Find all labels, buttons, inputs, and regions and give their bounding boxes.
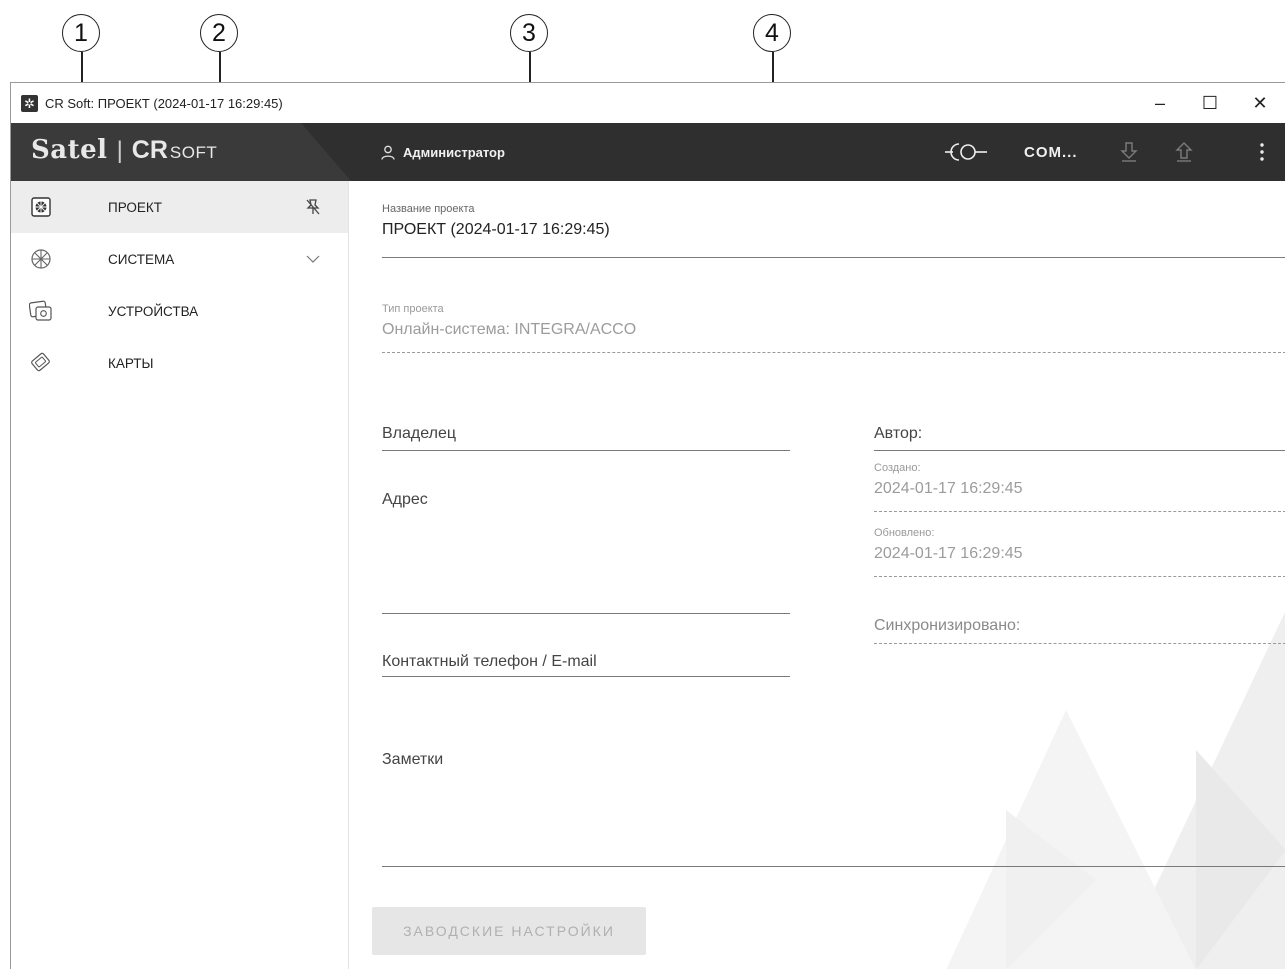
sidebar-item-label: ПРОЕКТ [108, 199, 163, 215]
cards-icon [29, 351, 53, 375]
logo-brand: Satel [31, 135, 108, 165]
sidebar-item-cards[interactable]: КАРТЫ [11, 337, 348, 389]
upload-icon[interactable] [1166, 123, 1202, 181]
project-name-field[interactable]: Название проекта ПРОЕКТ (2024-01-17 16:2… [382, 203, 610, 239]
project-type-label: Тип проекта [382, 303, 444, 315]
logo-soft: SOFT [169, 143, 218, 162]
created-underline [874, 511, 1285, 512]
maximize-button[interactable]: ☐ [1185, 83, 1235, 123]
window-titlebar[interactable]: ✲ CR Soft: ПРОЕКТ (2024-01-17 16:29:45) … [11, 83, 1285, 123]
factory-reset-button[interactable]: ЗАВОДСКИЕ НАСТРОЙКИ [372, 907, 646, 955]
callout-3: 3 [510, 14, 548, 52]
app-logo: Satel | CR SOFT [31, 135, 217, 165]
project-type-underline [382, 352, 1285, 353]
sidebar-item-system[interactable]: СИСТЕМА [11, 233, 348, 285]
user-name: Администратор [403, 144, 505, 160]
address-field[interactable]: Адрес [382, 491, 428, 509]
project-panel: Название проекта ПРОЕКТ (2024-01-17 16:2… [350, 181, 1285, 969]
created-value: 2024-01-17 16:29:45 [874, 480, 1023, 497]
notes-underline [382, 866, 1285, 867]
window-title: CR Soft: ПРОЕКТ (2024-01-17 16:29:45) [45, 95, 283, 111]
created-label: Создано: [874, 462, 921, 474]
updated-field: Обновлено: 2024-01-17 16:29:45 [874, 527, 1023, 563]
logo-separator: | [116, 137, 123, 164]
app-header: Satel | CR SOFT Администратор COM... [11, 123, 1285, 181]
notes-field[interactable]: Заметки [382, 751, 443, 769]
synced-underline [874, 643, 1285, 644]
sidebar-item-label: КАРТЫ [108, 355, 154, 371]
project-icon [29, 195, 53, 219]
project-name-label: Название проекта [382, 203, 475, 215]
connection-icon[interactable] [943, 123, 989, 181]
sidebar-item-project[interactable]: ПРОЕКТ [11, 181, 348, 233]
sidebar-item-label: УСТРОЙСТВА [108, 303, 199, 319]
project-type-value: Онлайн-система: INTEGRA/ACCO [382, 321, 637, 338]
project-name-value[interactable]: ПРОЕКТ (2024-01-17 16:29:45) [382, 221, 610, 239]
sidebar-item-label: СИСТЕМА [108, 251, 175, 267]
minimize-button[interactable]: – [1135, 83, 1185, 123]
owner-field[interactable]: Владелец [382, 425, 456, 443]
callout-annotations: 1 2 3 4 [0, 0, 1285, 242]
logo-area: Satel | CR SOFT [11, 123, 351, 181]
project-type-field: Тип проекта Онлайн-система: INTEGRA/ACCO [382, 303, 636, 339]
contact-field[interactable]: Контактный телефон / E-mail [382, 653, 597, 671]
created-field: Создано: 2024-01-17 16:29:45 [874, 462, 1023, 498]
callout-2: 2 [200, 14, 238, 52]
background-decoration [946, 612, 1285, 969]
updated-value: 2024-01-17 16:29:45 [874, 545, 1023, 562]
chevron-down-icon[interactable] [303, 249, 323, 269]
callout-1: 1 [62, 14, 100, 52]
unpin-icon[interactable] [303, 197, 323, 217]
sidebar-item-devices[interactable]: УСТРОЙСТВА [11, 285, 348, 337]
updated-label: Обновлено: [874, 527, 935, 539]
more-vertical-icon[interactable] [1244, 123, 1280, 181]
app-window: ✲ CR Soft: ПРОЕКТ (2024-01-17 16:29:45) … [10, 82, 1285, 969]
download-icon[interactable] [1111, 123, 1147, 181]
user-info[interactable]: Администратор [381, 123, 505, 181]
user-icon [381, 145, 395, 160]
author-field[interactable]: Автор: [874, 425, 922, 443]
address-underline [382, 613, 790, 614]
app-icon: ✲ [21, 94, 38, 112]
connection-port-label[interactable]: COM... [1024, 123, 1078, 181]
window-controls: – ☐ ✕ [1135, 83, 1285, 123]
owner-underline [382, 450, 790, 451]
callout-4: 4 [753, 14, 791, 52]
synced-field: Синхронизировано: [874, 617, 1021, 634]
logo-cr: CR [131, 136, 168, 164]
updated-underline [874, 576, 1285, 577]
author-underline [874, 450, 1285, 451]
devices-icon [29, 299, 53, 323]
system-icon [29, 247, 53, 271]
sidebar-nav: ПРОЕКТ СИСТЕМА УСТРОЙСТВА КАРТЫ [11, 181, 349, 969]
contact-underline [382, 676, 790, 677]
close-button[interactable]: ✕ [1235, 83, 1285, 123]
project-name-underline [382, 257, 1285, 258]
